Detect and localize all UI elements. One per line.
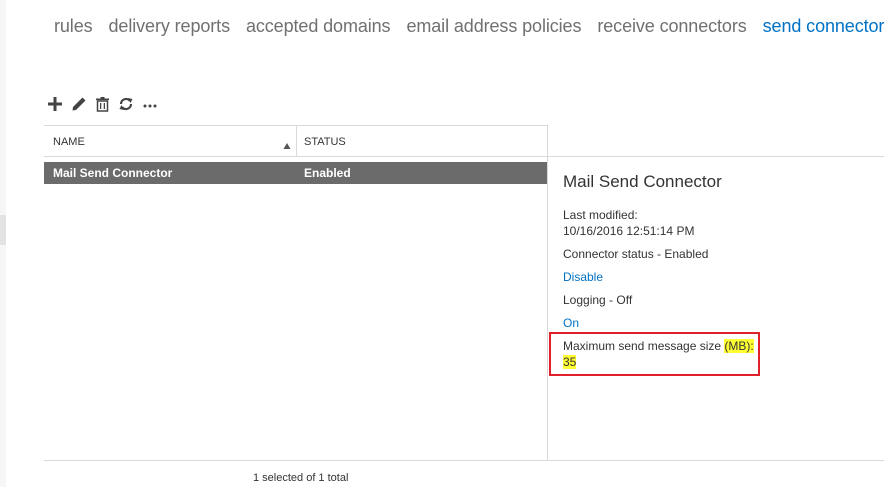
column-header-name[interactable]: NAME [53,136,85,148]
last-modified-value: 10/16/2016 12:51:14 PM [563,224,695,238]
bottom-divider [44,460,884,461]
tab-delivery-reports[interactable]: delivery reports [109,16,231,37]
tab-email-address-policies[interactable]: email address policies [406,16,581,37]
row-connector-status: Enabled [304,166,351,180]
connector-status-text: Connector status - Enabled [563,247,709,261]
list-header: NAME STATUS [44,125,547,157]
sort-ascending-icon[interactable] [283,137,291,149]
column-separator [296,126,297,157]
tab-receive-connectors[interactable]: receive connectors [597,16,746,37]
table-row[interactable]: Mail Send Connector Enabled [44,162,547,184]
left-edge-marker [0,215,6,245]
tab-rules[interactable]: rules [54,16,93,37]
logging-status-text: Logging - Off [563,293,633,307]
left-edge-strip [0,0,6,487]
tab-send-connectors[interactable]: send connectors [763,16,884,37]
details-title: Mail Send Connector [563,172,722,191]
annotation-highlight-box [549,332,760,376]
disable-link[interactable]: Disable [563,270,603,284]
column-header-status[interactable]: STATUS [304,136,346,148]
logging-on-link[interactable]: On [563,316,579,330]
last-modified-label: Last modified: [563,208,638,222]
toolbar [47,94,158,114]
details-header-line [548,156,884,157]
row-connector-name: Mail Send Connector [53,166,173,180]
more-icon[interactable] [142,94,158,114]
refresh-icon[interactable] [118,94,134,114]
selection-count: 1 selected of 1 total [253,472,349,484]
delete-icon[interactable] [95,94,110,114]
edit-icon[interactable] [71,94,87,114]
connector-list: NAME STATUS Mail Send Connector Enabled [44,125,547,460]
add-icon[interactable] [47,94,63,114]
tab-accepted-domains[interactable]: accepted domains [246,16,391,37]
pane-divider [547,125,548,460]
nav-tabs: rules delivery reports accepted domains … [54,16,884,37]
